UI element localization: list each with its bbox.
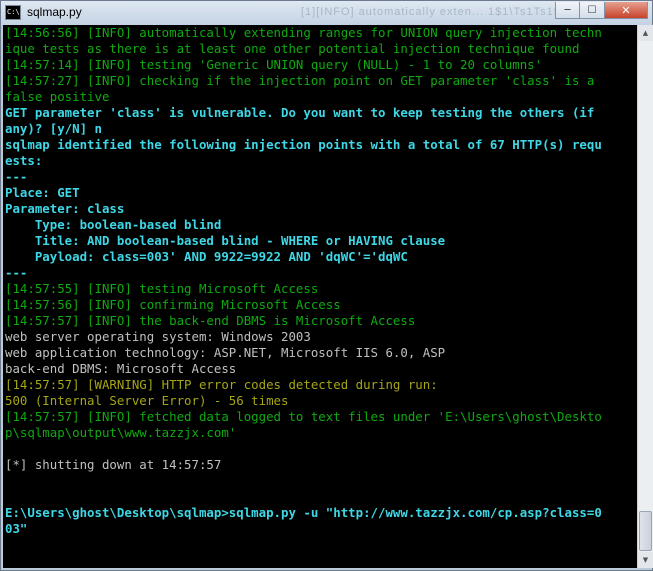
console-line: GET parameter 'class' is vulnerable. Do … xyxy=(5,105,595,120)
console-line: --- xyxy=(5,169,28,184)
console-line: sqlmap identified the following injectio… xyxy=(5,137,602,152)
console-line: [14:57:14] [INFO] testing 'Generic UNION… xyxy=(5,57,543,72)
console-line: any)? [y/N] n xyxy=(5,121,102,136)
arrow-down-icon: ▼ xyxy=(642,556,649,564)
minimize-button[interactable]: ─ xyxy=(555,2,580,19)
console-line: web application technology: ASP.NET, Mic… xyxy=(5,345,446,360)
console-line: Place: GET xyxy=(5,185,80,200)
console-line: --- xyxy=(5,265,28,280)
maximize-icon: ☐ xyxy=(587,4,597,16)
window-controls: ─ ☐ ✕ xyxy=(555,2,648,19)
console-line: Payload: class=003' AND 9922=9922 AND 'd… xyxy=(5,249,408,264)
console-line: [14:57:55] [INFO] testing Microsoft Acce… xyxy=(5,281,319,296)
console-app-icon[interactable]: C:\ xyxy=(5,5,21,20)
vertical-scrollbar[interactable]: ▲ ▼ xyxy=(637,25,653,568)
console-line: Parameter: class xyxy=(5,201,125,216)
minimize-icon: ─ xyxy=(564,4,571,16)
console-line: Title: AND boolean-based blind - WHERE o… xyxy=(5,233,446,248)
console-line: ests: xyxy=(5,153,43,168)
console-line: false positive xyxy=(5,89,110,104)
console-line: 500 (Internal Server Error) - 56 times xyxy=(5,393,289,408)
console-line: [14:57:56] [INFO] confirming Microsoft A… xyxy=(5,297,341,312)
window-title: sqlmap.py xyxy=(27,5,82,19)
console-line: back-end DBMS: Microsoft Access xyxy=(5,361,237,376)
console-line: p\sqlmap\output\www.tazzjx.com' xyxy=(5,425,237,440)
console-output-area[interactable]: [14:56:56] [INFO] automatically extendin… xyxy=(3,25,637,568)
console-line: [14:57:57] [INFO] the back-end DBMS is M… xyxy=(5,313,416,328)
close-button[interactable]: ✕ xyxy=(605,2,648,19)
close-icon: ✕ xyxy=(621,3,631,17)
scrollbar-thumb[interactable] xyxy=(639,511,652,551)
scroll-up-button[interactable]: ▲ xyxy=(638,25,653,41)
console-line: [14:57:57] [INFO] fetched data logged to… xyxy=(5,409,602,424)
console-text[interactable]: [14:56:56] [INFO] automatically extendin… xyxy=(3,25,637,537)
console-line: [14:57:57] [WARNING] HTTP error codes de… xyxy=(5,377,438,392)
console-line: web server operating system: Windows 200… xyxy=(5,329,311,344)
console-line: E:\Users\ghost\Desktop\sqlmap>sqlmap.py … xyxy=(5,505,602,520)
console-line: Type: boolean-based blind xyxy=(5,217,222,232)
console-line: [14:57:27] [INFO] checking if the inject… xyxy=(5,73,595,88)
console-line: [14:56:56] [INFO] automatically extendin… xyxy=(5,25,602,40)
arrow-up-icon: ▲ xyxy=(642,29,649,37)
maximize-button[interactable]: ☐ xyxy=(580,2,605,19)
console-line: [*] shutting down at 14:57:57 xyxy=(5,457,222,472)
scroll-down-button[interactable]: ▼ xyxy=(638,552,653,568)
title-bar[interactable]: C:\ sqlmap.py [1][INFO] automatically ex… xyxy=(1,1,652,25)
console-line: ique tests as there is at least one othe… xyxy=(5,41,580,56)
console-line: 03" xyxy=(5,521,28,536)
console-window: C:\ sqlmap.py [1][INFO] automatically ex… xyxy=(0,0,653,571)
